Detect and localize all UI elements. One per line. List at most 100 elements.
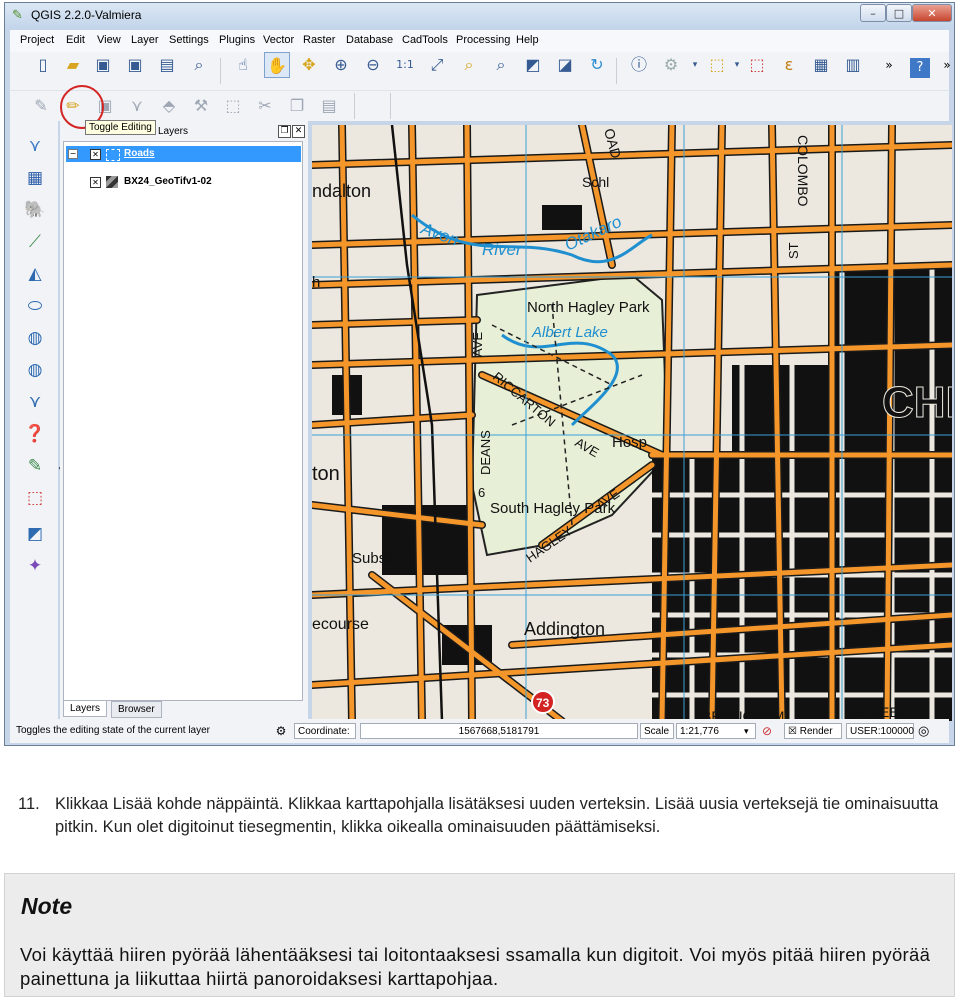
- georeferencer-icon[interactable]: ◩: [22, 521, 48, 547]
- paste-features-icon[interactable]: ▤: [316, 93, 342, 119]
- close-button[interactable]: ✕: [912, 4, 952, 22]
- crs-status[interactable]: USER:100000: [846, 723, 914, 739]
- toggle-extents-icon[interactable]: ⚙: [272, 723, 290, 739]
- zoom-to-layer-icon[interactable]: ⌕: [488, 52, 514, 78]
- refresh-icon[interactable]: ↻: [584, 52, 610, 78]
- label-dalton: ndalton: [312, 181, 371, 201]
- cut-features-icon[interactable]: ✂: [252, 93, 278, 119]
- label-north-hagley-park: North Hagley Park: [527, 299, 650, 316]
- highway-number: 73: [536, 696, 550, 710]
- tab-layers[interactable]: Layers: [63, 701, 108, 717]
- save-as-icon[interactable]: ▣: [122, 52, 148, 78]
- statistics-icon[interactable]: ▥: [840, 52, 866, 78]
- render-checkbox[interactable]: ☒ Render: [784, 723, 842, 739]
- zoom-next-icon[interactable]: ◪: [552, 52, 578, 78]
- new-shapefile-layer-icon[interactable]: ✎: [22, 453, 48, 479]
- label-river: River: [482, 240, 523, 259]
- menu-plugins[interactable]: Plugins: [219, 34, 255, 46]
- touch-zoom-icon[interactable]: ☝: [230, 52, 256, 78]
- add-postgis-layer-icon[interactable]: 🐘: [22, 197, 48, 223]
- menu-raster[interactable]: Raster: [303, 34, 335, 46]
- menu-settings[interactable]: Settings: [169, 34, 209, 46]
- messages-icon[interactable]: ◎: [918, 723, 929, 739]
- layers-panel-title: Layers: [158, 126, 189, 137]
- add-wfs-layer-icon[interactable]: ⋎: [22, 389, 48, 415]
- zoom-out-icon[interactable]: ⊖: [360, 52, 386, 78]
- zoom-actual-size-icon[interactable]: 1:1: [392, 52, 418, 78]
- chevron-down-icon[interactable]: ▾: [744, 723, 749, 739]
- more-tools-button-2[interactable]: »: [934, 52, 960, 78]
- pan-map-icon[interactable]: ✋: [264, 52, 290, 78]
- add-wcs-layer-icon[interactable]: ◍: [22, 357, 48, 383]
- menu-cadtools[interactable]: CadTools: [402, 34, 448, 46]
- label-hosp: Hosp: [612, 434, 647, 451]
- menu-project[interactable]: Project: [20, 34, 54, 46]
- run-feature-action-icon[interactable]: ⚙: [658, 52, 684, 78]
- menu-edit[interactable]: Edit: [66, 34, 85, 46]
- digitizing-toolbar: ✎ ✏ ▣ ⋎ ⬘ ⚒ ⬚ ✂ ❐ ▤: [10, 91, 949, 121]
- add-vector-layer-icon[interactable]: ⋎: [22, 133, 48, 159]
- title-bar[interactable]: ✎ QGIS 2.2.0-Valmiera – □ ✕: [5, 3, 954, 29]
- new-print-composer-icon[interactable]: ▤: [154, 52, 180, 78]
- map-canvas[interactable]: ndalton COLOMBO Schl OAD Avon River Otak…: [312, 125, 952, 721]
- add-wms-layer-icon[interactable]: ◍: [22, 325, 48, 351]
- node-tool-icon[interactable]: ⚒: [188, 93, 214, 119]
- help-button[interactable]: ?: [910, 58, 930, 78]
- remove-layer-icon[interactable]: ⬚: [22, 485, 48, 511]
- menu-layer[interactable]: Layer: [131, 34, 159, 46]
- note-text: Voi käyttää hiiren pyörää lähentääksesi …: [20, 944, 931, 989]
- current-edits-icon[interactable]: ✎: [28, 93, 54, 119]
- copy-features-icon[interactable]: ❐: [284, 93, 310, 119]
- menu-view[interactable]: View: [97, 34, 121, 46]
- label-albert-lake: Albert Lake: [531, 324, 608, 341]
- float-panel-icon[interactable]: ❐: [278, 125, 291, 138]
- move-feature-icon[interactable]: ⬘: [156, 93, 182, 119]
- close-panel-icon[interactable]: ✕: [292, 125, 305, 138]
- menu-vector[interactable]: Vector: [263, 34, 294, 46]
- delete-selected-icon[interactable]: ⬚: [220, 93, 246, 119]
- save-project-icon[interactable]: ▣: [90, 52, 116, 78]
- layer-row-roads[interactable]: − ✕ Roads: [66, 146, 301, 162]
- attribute-table-icon[interactable]: ▦: [808, 52, 834, 78]
- zoom-last-icon[interactable]: ◩: [520, 52, 546, 78]
- zoom-to-selection-icon[interactable]: ⌕: [456, 52, 482, 78]
- menu-help[interactable]: Help: [516, 34, 539, 46]
- layer-row-raster[interactable]: ✕ BX24_GeoTifv1-02: [66, 174, 301, 190]
- maximize-button[interactable]: □: [886, 4, 912, 22]
- line-layer-icon: [106, 149, 120, 161]
- note-title: Note: [21, 893, 73, 919]
- add-feature-icon[interactable]: ⋎: [124, 93, 150, 119]
- status-bar: Toggles the editing state of the current…: [10, 719, 949, 743]
- coordinate-field[interactable]: 1567668,5181791: [360, 723, 638, 739]
- zoom-full-icon[interactable]: ⤢: [424, 52, 450, 78]
- add-raster-layer-icon[interactable]: ▦: [22, 165, 48, 191]
- add-delimited-text-icon[interactable]: ❓: [22, 421, 48, 447]
- field-calculator-icon[interactable]: ε: [776, 52, 802, 78]
- pan-to-selection-icon[interactable]: ✥: [296, 52, 322, 78]
- label-ton: ton: [312, 463, 340, 485]
- label-addington: Addington: [524, 619, 605, 639]
- composer-manager-icon[interactable]: ⌕: [186, 52, 212, 78]
- plugin-icon[interactable]: ✦: [22, 553, 48, 579]
- add-mssql-layer-icon[interactable]: ◭: [22, 261, 48, 287]
- menu-processing[interactable]: Processing: [456, 34, 510, 46]
- deselect-features-icon[interactable]: ⬚: [744, 52, 770, 78]
- rotation-lock-icon[interactable]: ⊘: [762, 723, 772, 739]
- collapse-icon[interactable]: −: [68, 149, 78, 159]
- identify-features-icon[interactable]: ⓘ: [626, 52, 652, 78]
- more-tools-button[interactable]: »: [876, 52, 902, 78]
- file-navigation-toolbar: ▯ ▰ ▣ ▣ ▤ ⌕ ☝ ✋ ✥ ⊕ ⊖ 1:1 ⤢ ⌕ ⌕ ◩ ◪ ↻ ⓘ …: [10, 52, 951, 91]
- new-project-icon[interactable]: ▯: [30, 52, 56, 78]
- layer-visibility-checkbox[interactable]: ✕: [90, 177, 101, 188]
- add-oracle-layer-icon[interactable]: ⬭: [22, 293, 48, 319]
- label-ecourse: ecourse: [312, 616, 369, 633]
- open-project-icon[interactable]: ▰: [60, 52, 86, 78]
- minimize-button[interactable]: –: [860, 4, 886, 22]
- layer-visibility-checkbox[interactable]: ✕: [90, 149, 101, 160]
- add-spatialite-layer-icon[interactable]: ⟋: [22, 229, 48, 255]
- coordinate-label: Coordinate:: [294, 723, 356, 739]
- zoom-in-icon[interactable]: ⊕: [328, 52, 354, 78]
- label-6: 6: [478, 485, 485, 500]
- tab-browser[interactable]: Browser: [111, 701, 162, 718]
- menu-database[interactable]: Database: [346, 34, 393, 46]
